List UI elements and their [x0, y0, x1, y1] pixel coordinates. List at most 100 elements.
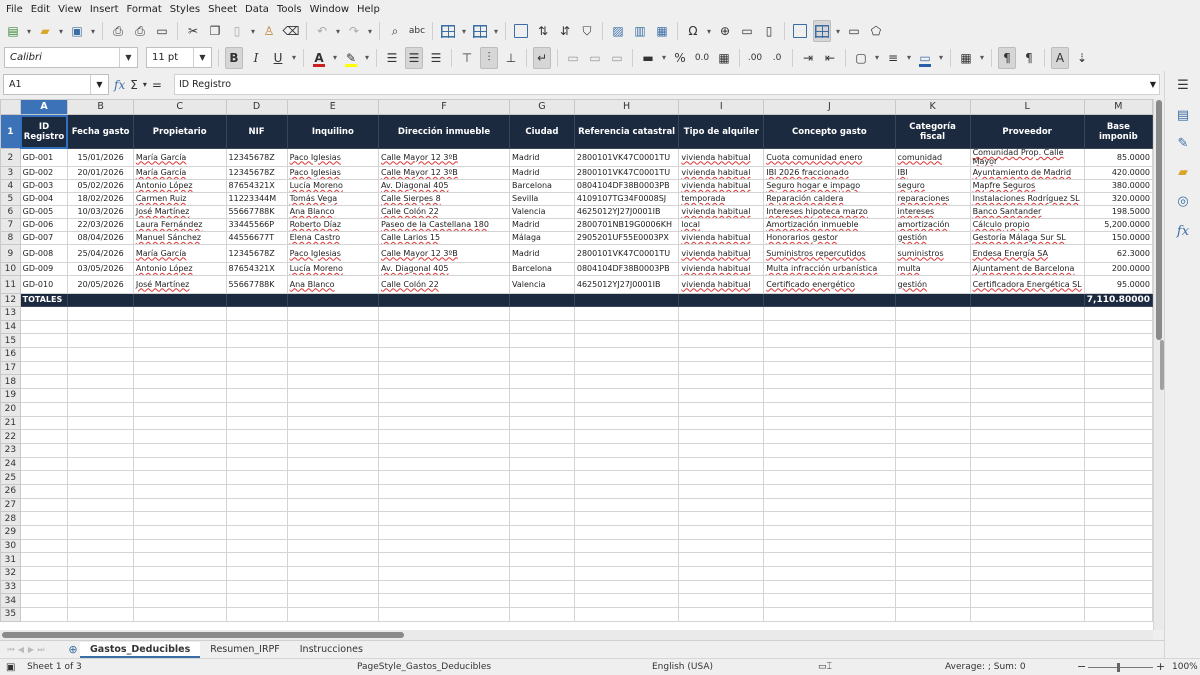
empty-cell[interactable] [286, 415, 380, 431]
table-cell[interactable]: Av. Diagonal 405 [377, 179, 511, 193]
freeze-dropdown-icon[interactable]: ▾ [834, 20, 842, 42]
empty-cell[interactable] [573, 415, 680, 431]
navigator-icon[interactable]: ◎ [1173, 191, 1193, 211]
empty-cell[interactable] [67, 579, 134, 595]
totals-cell[interactable] [132, 293, 227, 307]
table-cell[interactable]: multa [894, 262, 971, 276]
column-header[interactable]: K [894, 99, 971, 115]
table-cell[interactable]: 0804104DF38B0003PB [573, 179, 680, 193]
empty-cell[interactable] [894, 306, 971, 321]
empty-cell[interactable] [67, 360, 134, 376]
empty-cell[interactable] [969, 333, 1085, 349]
menu-window[interactable]: Window [306, 4, 353, 15]
empty-cell[interactable] [894, 579, 971, 595]
redo-dropdown-icon[interactable]: ▾ [366, 20, 374, 42]
table-cell[interactable]: 2905201UF55E0003PX [573, 231, 680, 245]
empty-cell[interactable] [969, 552, 1085, 568]
page-style[interactable]: PageStyle_Gastos_Deducibles [357, 662, 491, 672]
empty-cell[interactable] [67, 347, 134, 362]
empty-cell[interactable] [286, 360, 380, 376]
table-cell[interactable]: GD-003 [19, 179, 69, 193]
empty-cell[interactable] [1083, 607, 1153, 622]
table-cell[interactable]: Madrid [509, 166, 575, 180]
empty-cell[interactable] [894, 511, 971, 526]
empty-cell[interactable] [509, 593, 575, 609]
empty-cell[interactable] [377, 319, 511, 335]
row-header[interactable]: 20 [0, 401, 21, 417]
column-title-cell[interactable]: Propietario [132, 114, 227, 149]
row-header[interactable]: 1 [0, 114, 21, 149]
decrease-indent-icon[interactable]: ⇤ [821, 47, 839, 69]
empty-cell[interactable] [67, 497, 134, 513]
empty-cell[interactable] [67, 306, 134, 321]
expand-formula-bar-icon[interactable]: ▼ [1145, 74, 1161, 95]
empty-cell[interactable] [19, 566, 69, 581]
table-cell[interactable]: 33445566P [225, 218, 288, 232]
selection-mode-icon[interactable]: ▭⌶ [818, 662, 832, 672]
menu-tools[interactable]: Tools [273, 4, 306, 15]
empty-cell[interactable] [573, 525, 680, 540]
border-color-dropdown-icon[interactable]: ▾ [937, 47, 945, 69]
empty-cell[interactable] [763, 579, 896, 595]
empty-cell[interactable] [969, 593, 1085, 609]
row-header[interactable]: 23 [0, 442, 21, 458]
column-title-cell[interactable]: Concepto gasto [763, 114, 896, 149]
row-header[interactable]: 27 [0, 497, 21, 513]
empty-cell[interactable] [377, 566, 511, 581]
empty-cell[interactable] [377, 579, 511, 595]
function-wizard-icon[interactable]: fx [114, 78, 125, 92]
row-header[interactable]: 29 [0, 525, 21, 540]
table-cell[interactable]: 55667788K [225, 275, 288, 294]
first-sheet-icon[interactable]: ⏮ [6, 645, 16, 655]
find-replace-icon[interactable]: ⌕ [386, 20, 404, 42]
empty-cell[interactable] [19, 511, 69, 526]
table-cell[interactable]: gestión [894, 275, 971, 294]
empty-cell[interactable] [19, 415, 69, 431]
empty-cell[interactable] [894, 347, 971, 362]
empty-cell[interactable] [19, 456, 69, 472]
row-header[interactable]: 34 [0, 593, 21, 609]
empty-cell[interactable] [67, 566, 134, 581]
table-cell[interactable]: Certificado energético [763, 275, 896, 294]
empty-cell[interactable] [67, 456, 134, 472]
empty-cell[interactable] [132, 374, 227, 390]
empty-cell[interactable] [377, 607, 511, 622]
empty-cell[interactable] [894, 442, 971, 458]
align-top-icon[interactable]: ⊤ [458, 47, 476, 69]
empty-cell[interactable] [286, 593, 380, 609]
table-cell[interactable]: vivienda habitual [678, 179, 765, 193]
table-cell[interactable]: vivienda habitual [678, 244, 765, 263]
bold-button[interactable]: B [225, 46, 243, 69]
sort-descending-icon[interactable]: ⇵ [556, 20, 574, 42]
empty-cell[interactable] [132, 511, 227, 526]
empty-cell[interactable] [894, 470, 971, 485]
empty-cell[interactable] [763, 525, 896, 540]
empty-cell[interactable] [763, 388, 896, 403]
underline-button[interactable]: U [269, 47, 287, 69]
empty-cell[interactable] [763, 456, 896, 472]
align-bottom-icon[interactable]: ⊥ [502, 47, 520, 69]
empty-cell[interactable] [573, 401, 680, 417]
new-document-icon[interactable]: ▤ [4, 20, 22, 42]
empty-cell[interactable] [286, 607, 380, 622]
empty-cell[interactable] [763, 511, 896, 526]
merge-center-icon[interactable]: ▭ [564, 47, 582, 69]
prev-sheet-icon[interactable]: ◀ [16, 645, 26, 654]
paste-dropdown-icon[interactable]: ▾ [249, 20, 257, 42]
table-cell[interactable]: intereses [894, 205, 971, 219]
row-header[interactable]: 7 [0, 218, 21, 232]
empty-cell[interactable] [894, 333, 971, 349]
empty-cell[interactable] [225, 511, 288, 526]
empty-cell[interactable] [225, 497, 288, 513]
table-cell[interactable]: IBI 2026 fraccionado [763, 166, 896, 180]
table-cell[interactable]: 55667788K [225, 205, 288, 219]
table-cell[interactable]: 20/01/2026 [67, 166, 134, 180]
underline-dropdown-icon[interactable]: ▾ [290, 47, 298, 69]
empty-cell[interactable] [678, 607, 765, 622]
empty-cell[interactable] [894, 374, 971, 390]
table-cell[interactable]: Valencia [509, 275, 575, 294]
menu-styles[interactable]: Styles [166, 4, 204, 15]
table-cell[interactable]: José Martínez [132, 205, 227, 219]
vertical-scroll-thumb[interactable] [1156, 100, 1162, 340]
insert-chart-icon[interactable]: ▥ [631, 20, 649, 42]
